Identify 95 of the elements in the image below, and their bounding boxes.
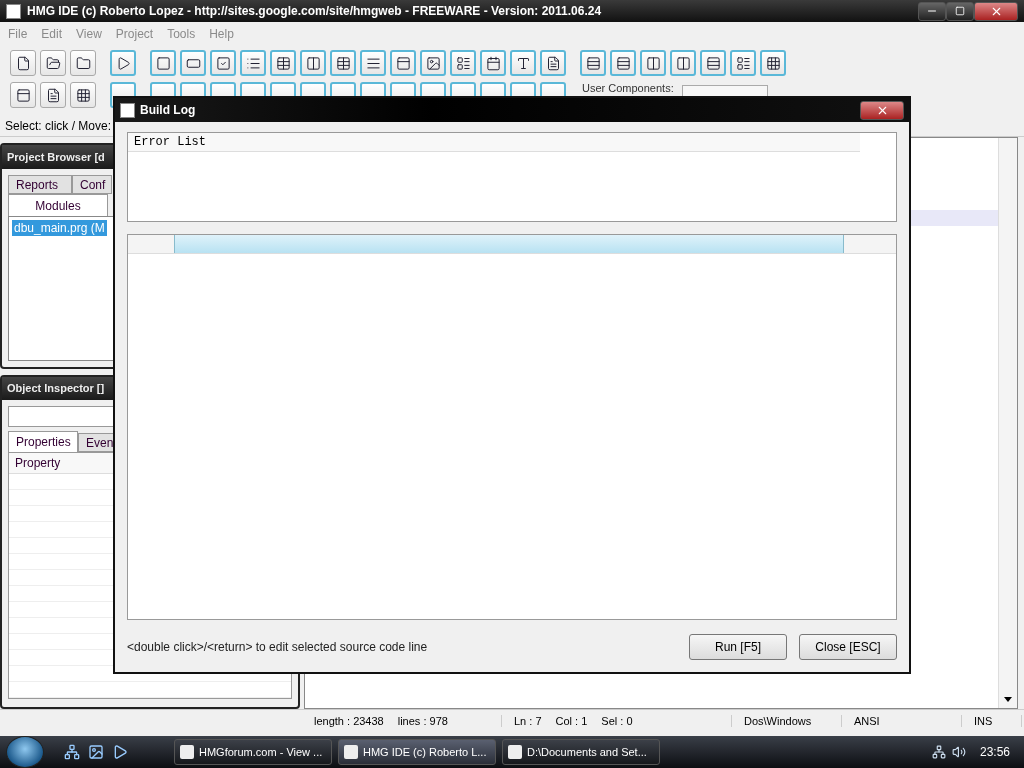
toolbar-button[interactable] [70,50,96,76]
toolbar-button[interactable] [10,82,36,108]
toolbar-button[interactable] [40,50,66,76]
column-header: Error List [128,133,860,152]
taskbar-button[interactable]: HMGforum.com - View ... [174,739,332,765]
toolbar-button[interactable] [480,50,506,76]
toolbar-button[interactable] [300,50,326,76]
user-components-label: User Components: [582,82,674,94]
status-text: Col : 1 [555,715,588,727]
status-text: Sel : 0 [601,715,633,727]
status-text: Ln : 7 [514,715,542,727]
tab[interactable]: Conf [72,175,112,194]
window-icon [344,745,358,759]
taskbar-button[interactable]: HMG IDE (c) Roberto L... [338,739,496,765]
tool-icon [705,55,721,71]
status-text: ANSI [854,715,880,727]
select-hint: Select: click / Move: [5,119,112,133]
scroll-down-icon [1004,697,1012,702]
toolbar-button[interactable] [450,50,476,76]
column-header: Property [15,456,61,470]
tool-icon [245,55,261,71]
close-dialog-button[interactable]: Close [ESC] [799,634,897,660]
tab[interactable]: Properties [8,431,78,452]
toolbar-button[interactable] [730,50,756,76]
status-text: length : 23438 [314,715,384,727]
picture-icon[interactable] [88,744,104,760]
toolbar-button[interactable] [640,50,666,76]
window-title: HMG IDE (c) Roberto Lopez - http://sites.google.com/site/hmgweb - FREEWARE - Version: 2011.06.24 [27,4,602,18]
close-button[interactable] [974,1,1018,21]
scrollbar[interactable] [998,138,1017,708]
toolbar-button[interactable] [390,50,416,76]
toolbar-button[interactable] [610,50,636,76]
tool-icon [155,55,171,71]
tool-icon [545,55,561,71]
close-button[interactable] [860,100,904,120]
window-icon [180,745,194,759]
minimize-button[interactable] [918,1,946,21]
tool-icon [615,55,631,71]
app-icon [120,102,135,118]
tool-icon [45,87,61,103]
tab[interactable]: Modules [8,194,108,216]
tool-icon [75,55,91,71]
network-icon[interactable] [931,745,946,759]
tool-icon [275,55,291,71]
tool-icon [75,87,91,103]
tool-icon [515,55,531,71]
dialog-title: Build Log [140,103,196,117]
tool-icon [455,55,471,71]
toolbar-button[interactable] [420,50,446,76]
tool-icon [45,55,61,71]
clock: 23:56 [979,745,1010,759]
status-text: Dos\Windows [744,715,812,727]
toolbar-button[interactable] [330,50,356,76]
window-icon [508,745,522,759]
maximize-button[interactable] [946,1,974,21]
tool-icon [425,55,441,71]
toolbar-button[interactable] [510,50,536,76]
tab[interactable]: Reports [8,175,72,194]
tool-icon [675,55,691,71]
toolbar-button[interactable] [540,50,566,76]
taskbar-button[interactable]: D:\Documents and Set... [502,739,660,765]
panel-title: Project Browser [d [7,151,105,163]
tool-icon [585,55,601,71]
toolbar-button[interactable] [670,50,696,76]
tool-icon [365,55,381,71]
tool-icon [765,55,781,71]
toolbar-button[interactable] [70,82,96,108]
maximize-icon [955,6,965,16]
network-icon[interactable] [64,744,80,760]
toolbar-button[interactable] [580,50,606,76]
run-button[interactable]: Run [F5] [689,634,787,660]
volume-icon[interactable] [951,745,966,759]
toolbar-button[interactable] [10,50,36,76]
tool-icon [645,55,661,71]
toolbar-button[interactable] [700,50,726,76]
tool-icon [735,55,751,71]
play-icon[interactable] [112,744,128,760]
tool-icon [395,55,411,71]
tool-icon [485,55,501,71]
panel-title: Object Inspector [] [7,382,105,395]
tool-icon [335,55,351,71]
status-text: INS [974,715,993,727]
start-button[interactable] [6,736,44,768]
edit-hint: <double click>/<return> to edit selected source code line [127,640,428,654]
tool-icon [15,55,31,71]
toolbar-button[interactable] [270,50,296,76]
status-text: lines : 978 [397,715,448,727]
toolbar-button[interactable] [40,82,66,108]
tool-icon [305,55,321,71]
tool-icon [215,55,231,71]
tool-icon [15,87,31,103]
tool-icon [115,55,131,71]
app-icon [6,3,21,19]
toolbar-button[interactable] [760,50,786,76]
toolbar-button[interactable] [180,50,206,76]
